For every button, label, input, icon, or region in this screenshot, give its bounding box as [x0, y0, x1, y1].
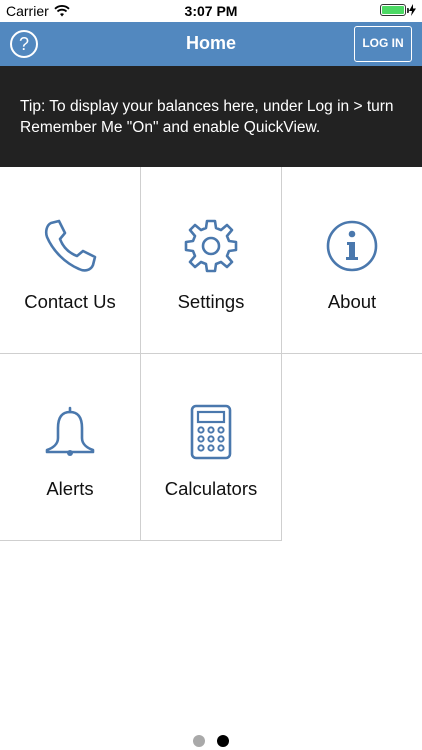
calculator-icon — [190, 404, 232, 460]
charging-icon — [409, 4, 416, 16]
tile-calculators[interactable]: Calculators — [141, 354, 282, 541]
tile-settings[interactable]: Settings — [141, 167, 282, 354]
tile-alerts[interactable]: Alerts — [0, 354, 141, 541]
tile-label: Settings — [177, 291, 245, 312]
nav-bar: ? Home LOG IN — [0, 22, 422, 66]
tile-label: About — [327, 291, 377, 312]
tile-label: Contact Us — [24, 291, 116, 312]
home-screen: Carrier 3:07 PM ? Home LOG IN Tip: To di… — [0, 0, 422, 750]
status-right — [380, 4, 416, 16]
info-icon — [326, 220, 378, 272]
bell-icon — [45, 406, 95, 456]
page-dot-2-active[interactable] — [217, 735, 229, 747]
tile-label: Alerts — [46, 478, 94, 499]
page-indicator — [0, 735, 422, 747]
page-dot-1[interactable] — [193, 735, 205, 747]
login-button[interactable]: LOG IN — [354, 26, 412, 62]
tile-label: Calculators — [164, 478, 258, 499]
status-bar: Carrier 3:07 PM — [0, 0, 422, 22]
tip-text: Tip: To display your balances here, unde… — [20, 98, 394, 136]
tip-banner: Tip: To display your balances here, unde… — [0, 66, 422, 167]
tile-contact-us[interactable]: Contact Us — [0, 167, 141, 354]
gear-icon — [184, 219, 238, 273]
status-time: 3:07 PM — [184, 3, 238, 19]
tile-about[interactable]: About — [282, 167, 422, 354]
battery-icon — [380, 4, 409, 16]
phone-icon — [44, 219, 97, 272]
